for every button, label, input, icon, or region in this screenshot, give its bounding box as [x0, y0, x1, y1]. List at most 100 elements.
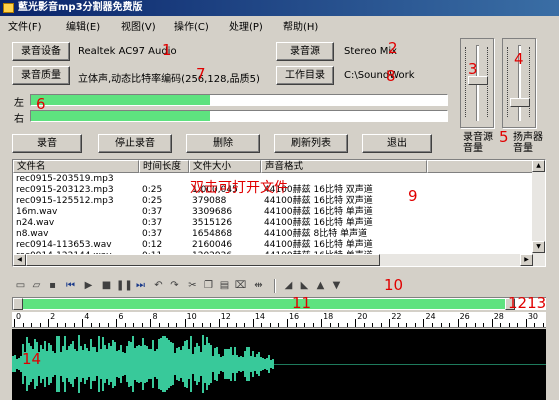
table-row[interactable]: n8.wav 0:37 1654868 44100赫兹 8比特 单声道 [13, 229, 533, 240]
table-row[interactable]: 16m.wav 0:37 3309686 44100赫兹 16比特 单声道 [13, 207, 533, 218]
ruler-label: 4 [84, 312, 90, 321]
column-duration[interactable]: 时间长度 [139, 160, 189, 173]
stop-icon[interactable]: ■ [100, 279, 113, 292]
skip-start-icon[interactable]: ⏮ [64, 279, 77, 292]
ruler-label: 12 [220, 312, 231, 321]
format-cell: 44100赫兹 16比特 单声道 [264, 240, 373, 250]
menu-edit[interactable]: 编辑(E) [66, 18, 100, 33]
column-format[interactable]: 声音格式 [261, 160, 427, 173]
refresh-list-button[interactable]: 刷新列表 [274, 134, 348, 153]
double-click-hint: 双击可打开文件 [190, 180, 288, 196]
paste-icon[interactable]: ▤ [218, 279, 231, 292]
horizontal-scroll-thumb[interactable] [26, 254, 380, 266]
ruler-label: 22 [391, 312, 402, 321]
split-icon[interactable]: ⇹ [252, 279, 265, 292]
scroll-down-icon[interactable]: ▼ [532, 241, 545, 253]
ruler-major-tick [423, 319, 425, 327]
menu-help[interactable]: 帮助(H) [283, 18, 318, 33]
skip-end-icon[interactable]: ⏭ [134, 279, 147, 292]
record-source-button[interactable]: 录音源 [276, 42, 334, 61]
pause-icon[interactable]: ❚❚ [116, 279, 133, 292]
waveform-view[interactable] [12, 329, 546, 400]
ruler-label: 28 [493, 312, 504, 321]
column-filesize[interactable]: 文件大小 [189, 160, 261, 173]
ruler-major-tick [491, 319, 493, 327]
menu-file[interactable]: 文件(F) [8, 18, 42, 33]
ruler-minor-tick [261, 323, 263, 327]
playback-progress[interactable] [12, 297, 546, 310]
scroll-left-icon[interactable]: ◀ [13, 254, 26, 266]
volume-up-icon[interactable]: ▲ [314, 279, 327, 292]
column-filename[interactable]: 文件名 [13, 160, 139, 173]
ruler-major-tick [525, 319, 527, 327]
horizontal-scrollbar[interactable]: ◀ ▶ [13, 254, 533, 266]
file-list[interactable]: 文件名 时间长度 文件大小 声音格式 rec0915-203519.mp3 rec… [12, 159, 546, 267]
undo-icon[interactable]: ↶ [152, 279, 165, 292]
menu-view[interactable]: 视图(V) [121, 18, 156, 33]
menu-operate[interactable]: 操作(C) [174, 18, 209, 33]
crop-icon[interactable]: ⌧ [234, 279, 247, 292]
fade-out-icon[interactable]: ◣ [298, 279, 311, 292]
fade-in-icon[interactable]: ◢ [282, 279, 295, 292]
scroll-right-icon[interactable]: ▶ [520, 254, 533, 266]
ruler-minor-tick [278, 323, 280, 327]
annotation-10: 10 [384, 276, 404, 294]
ruler-major-tick [286, 319, 288, 327]
record-device-button[interactable]: 录音设备 [12, 42, 70, 61]
volume-down-icon[interactable]: ▼ [330, 279, 343, 292]
work-dir-button[interactable]: 工作目录 [276, 66, 334, 85]
record-quality-button[interactable]: 录音质量 [12, 66, 70, 85]
ruler-minor-tick [244, 323, 246, 327]
ruler-minor-tick [22, 323, 24, 327]
column-empty [427, 160, 533, 173]
time-ruler[interactable]: 0 2 4 6 8 10 12 14 16 18 20 22 24 26 28 30 [12, 312, 546, 328]
edit-toolbar: ▭ ▱ ▪ ⏮ ▶ ■ ❚❚ ⏭ ↶ ↷ ✂ ❐ ▤ ⌧ ⇹ ◢ ◣ ▲ ▼ 1… [12, 276, 546, 295]
left-level-meter [30, 94, 448, 106]
record-button[interactable]: 录音 [12, 134, 82, 153]
table-row[interactable]: n24.wav 0:37 3515126 44100赫兹 16比特 单声道 [13, 218, 533, 229]
vertical-scrollbar[interactable]: ▲ ▼ [532, 160, 545, 266]
annotation-12-13: 1213 [508, 294, 546, 312]
filesize-cell: 1654868 [192, 229, 233, 239]
ruler-minor-tick [227, 323, 229, 327]
open-folder-icon[interactable]: ▱ [30, 279, 43, 292]
menu-process[interactable]: 处理(P) [229, 18, 263, 33]
table-row[interactable]: rec0914-113653.wav 0:12 2160046 44100赫兹 16比… [13, 240, 533, 251]
redo-icon[interactable]: ↷ [168, 279, 181, 292]
ruler-minor-tick [99, 323, 101, 327]
toolbar-separator [274, 279, 276, 293]
ruler-minor-tick [440, 323, 442, 327]
scroll-up-icon[interactable]: ▲ [532, 160, 545, 172]
title-bar: 藍光影音mp3分割器免费版 [0, 0, 559, 16]
ruler-minor-tick [466, 323, 468, 327]
cut-icon[interactable]: ✂ [186, 279, 199, 292]
ruler-minor-tick [56, 323, 58, 327]
ruler-minor-tick [133, 323, 135, 327]
ruler-minor-tick [73, 323, 75, 327]
ruler-minor-tick [159, 323, 161, 327]
playback-start-knob[interactable] [13, 298, 23, 310]
duration-cell: 0:25 [142, 196, 163, 206]
record-volume-slider[interactable] [460, 38, 494, 128]
delete-button[interactable]: 删除 [186, 134, 260, 153]
annotation-2: 2 [388, 39, 398, 57]
ruler-minor-tick [431, 323, 433, 327]
ruler-minor-tick [65, 323, 67, 327]
annotation-9: 9 [408, 187, 418, 205]
speaker-volume-label: 扬声器 音量 [513, 132, 543, 154]
save-icon[interactable]: ▪ [46, 279, 59, 292]
app-window: 藍光影音mp3分割器免费版 文件(F) 编辑(E) 视图(V) 操作(C) 处理… [0, 0, 559, 400]
open-icon[interactable]: ▭ [14, 279, 27, 292]
play-icon[interactable]: ▶ [82, 279, 95, 292]
ruler-minor-tick [338, 323, 340, 327]
copy-icon[interactable]: ❐ [202, 279, 215, 292]
right-channel-label: 右 [14, 114, 24, 125]
exit-button[interactable]: 退出 [362, 134, 432, 153]
stop-record-button[interactable]: 停止录音 [98, 134, 172, 153]
annotation-4: 4 [514, 50, 524, 68]
table-row[interactable]: rec0915-125512.mp3 0:25 379088 44100赫兹 16比特… [13, 196, 533, 207]
speaker-volume-thumb[interactable] [510, 98, 530, 108]
ruler-minor-tick [167, 323, 169, 327]
ruler-minor-tick [31, 323, 33, 327]
ruler-minor-tick [542, 323, 544, 327]
